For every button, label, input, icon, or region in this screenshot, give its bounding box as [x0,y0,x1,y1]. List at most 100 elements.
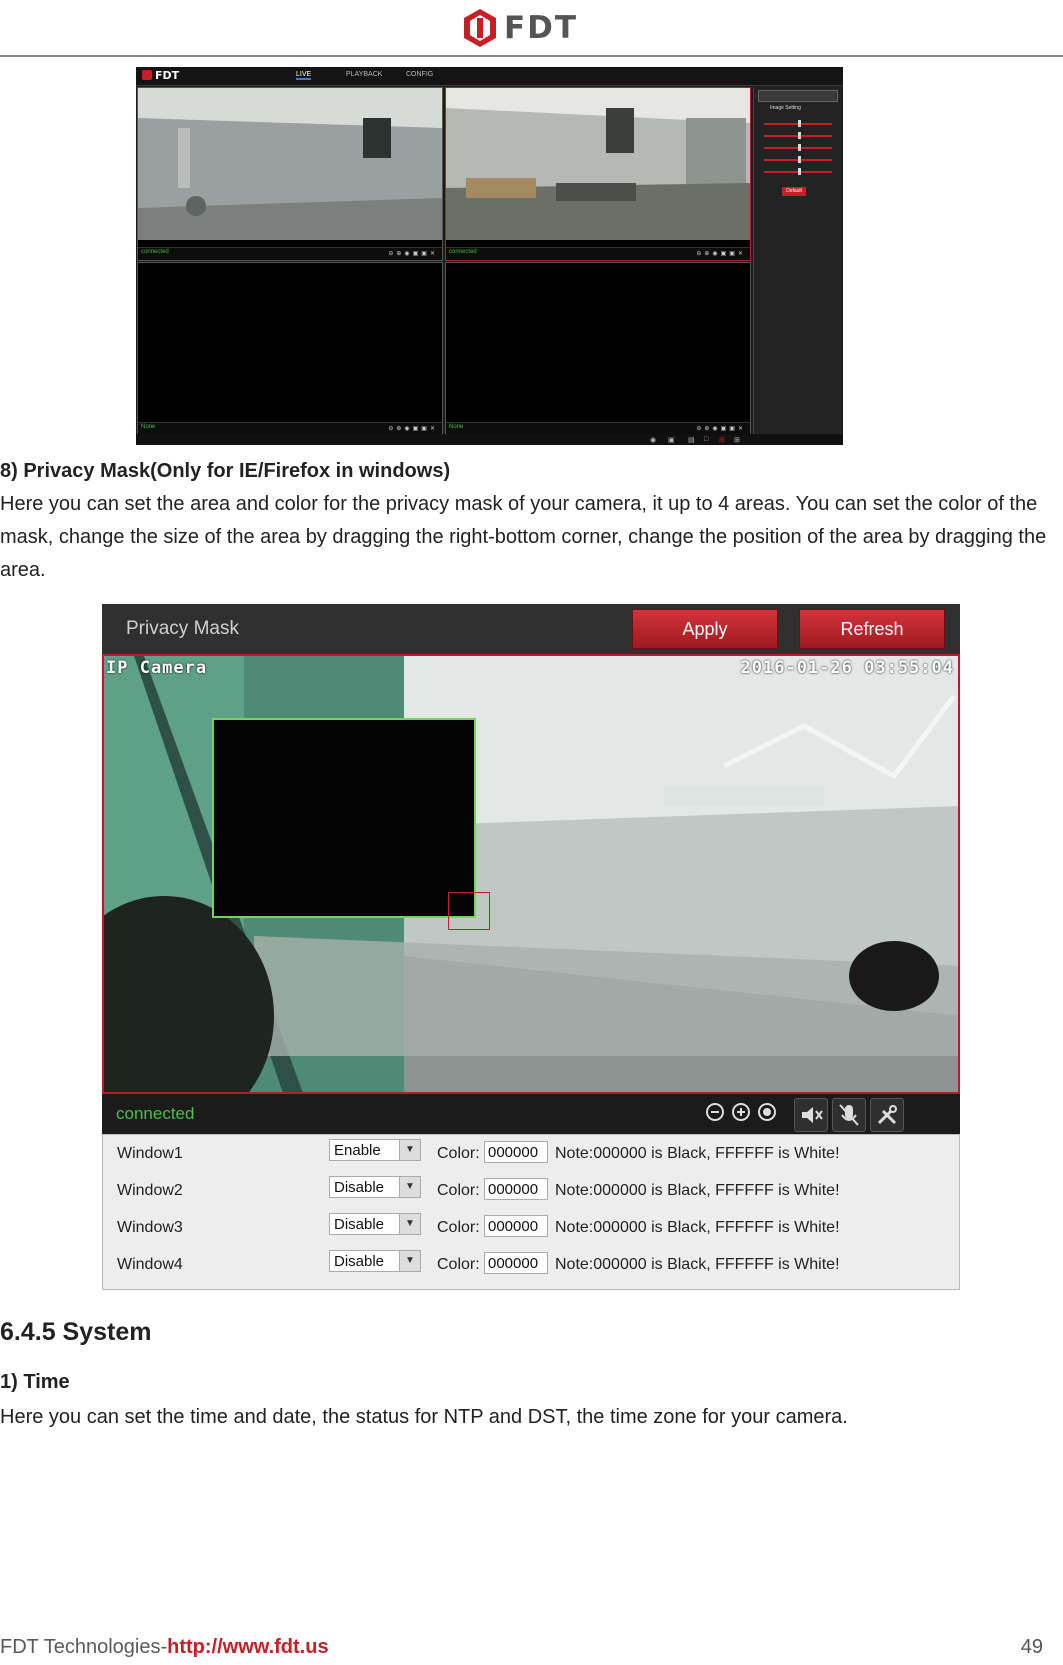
view-select[interactable] [758,90,838,102]
chevron-down-icon: ▼ [399,1214,420,1234]
mask-row-window3: Window3 Disable ▼ Color: 000000 Note:0000… [103,1209,961,1247]
refresh-button[interactable]: Refresh [799,609,945,649]
pane-2-controls[interactable]: ⊖⊕◉▣▣✕ [696,250,746,257]
settings-button[interactable] [870,1098,904,1132]
brightness-slider[interactable] [764,120,832,127]
snapshot-icon[interactable]: ◉ [650,436,656,444]
window-name: Window1 [117,1145,183,1162]
live-brand: FDT [142,69,179,82]
camera-pane-1[interactable]: connected ⊖⊕◉▣▣✕ [137,87,443,261]
window1-color-input[interactable]: 000000 [484,1141,548,1163]
brand-wordmark: FDT [504,10,579,46]
storage-icon[interactable]: ▤ [688,436,695,444]
camera-video[interactable]: IP Camera 2016-01-26 03:55:04 [102,654,960,1094]
pane-2-status: connected [449,249,477,255]
connection-status: connected [116,1104,195,1123]
color-label: Color: [437,1219,480,1236]
pane-1-controls[interactable]: ⊖⊕◉▣▣✕ [388,250,438,257]
image-setting-panel: Image Setting Default [753,87,842,435]
mic-button[interactable] [832,1098,866,1132]
pane-1-status: connected [141,249,169,255]
privacy-mask-description: Here you can set the area and color for … [0,493,1047,581]
apply-button[interactable]: Apply [632,609,778,649]
mute-button[interactable] [794,1098,828,1132]
saturation-slider[interactable] [764,156,832,163]
privacy-mask-header: Privacy Mask Apply Refresh [102,604,960,654]
live-view-screenshot: FDT LIVE PLAYBACK CONFIG connected ⊖⊕◉▣▣✕ [136,67,843,445]
pane-4-status: None [449,424,464,430]
color-note: Note:000000 is Black, FFFFFF is White! [555,1182,840,1199]
window-name: Window3 [117,1219,183,1236]
window1-state-select[interactable]: Enable ▼ [329,1139,421,1161]
window2-state-select[interactable]: Disable ▼ [329,1176,421,1198]
zoom-out-icon[interactable] [704,1101,726,1123]
color-label: Color: [437,1256,480,1273]
tools-icon [877,1105,897,1125]
tab-config[interactable]: CONFIG [406,71,433,78]
contrast-slider[interactable] [764,132,832,139]
window-name: Window2 [117,1182,183,1199]
speaker-mute-icon [802,1107,823,1123]
camera-pane-4[interactable]: None ⊖⊕◉▣▣✕ [445,262,751,436]
layout-4-icon[interactable]: ⊞ [719,436,725,444]
resize-handle[interactable] [448,892,490,930]
color-note: Note:000000 is Black, FFFFFF is White! [555,1219,840,1236]
layout-9-icon[interactable]: ⊞ [734,436,740,444]
page-number: 49 [1020,1636,1043,1658]
time-heading: 1) Time [0,1371,70,1393]
zoom-in-icon[interactable] [730,1101,752,1123]
sharpness-slider[interactable] [764,168,832,175]
pane-4-controls[interactable]: ⊖⊕◉▣▣✕ [696,425,746,432]
live-bottom-toolbar: ◉ ▣ ▤ □ ⊞ ⊞ [136,434,843,445]
live-top-bar: FDT LIVE PLAYBACK CONFIG [136,67,843,86]
footer-url-link[interactable]: http://www.fdt.us [167,1636,328,1658]
mask-row-window4: Window4 Disable ▼ Color: 000000 Note:0000… [103,1246,961,1284]
chevron-down-icon: ▼ [399,1251,420,1271]
tab-live[interactable]: LIVE [296,71,312,80]
chevron-down-icon: ▼ [399,1177,420,1197]
camera-pane-2[interactable]: connected ⊖⊕◉▣▣✕ [445,87,751,261]
color-note: Note:000000 is Black, FFFFFF is White! [555,1145,840,1162]
image-setting-title: Image Setting [770,105,801,111]
time-description: Here you can set the time and date, the … [0,1406,848,1428]
brand-logo: FDT [462,6,602,50]
chevron-down-icon: ▼ [399,1140,420,1160]
camera-grid: connected ⊖⊕◉▣▣✕ connected ⊖⊕◉▣▣✕ None ⊖⊕◉▣… [137,87,751,436]
color-note: Note:000000 is Black, FFFFFF is White! [555,1256,840,1273]
mask-window-table: Window1 Enable ▼ Color: 000000 Note:00000… [102,1134,960,1290]
footer-company: FDT Technologies- [0,1636,168,1658]
pane-3-status: None [141,424,156,430]
tab-playback[interactable]: PLAYBACK [346,71,382,78]
camera-pane-3[interactable]: None ⊖⊕◉▣▣✕ [137,262,443,436]
window-name: Window4 [117,1256,183,1273]
window3-state-select[interactable]: Disable ▼ [329,1213,421,1235]
page-footer: FDT Technologies-http://www.fdt.us [0,1636,329,1659]
video-status-bar: connected [102,1094,960,1134]
color-label: Color: [437,1182,480,1199]
window4-state-select[interactable]: Disable ▼ [329,1250,421,1272]
window4-color-input[interactable]: 000000 [484,1252,548,1274]
layout-1-icon[interactable]: □ [704,436,708,443]
camera-1-image [138,88,442,240]
privacy-mask-title: Privacy Mask [126,618,239,639]
window2-color-input[interactable]: 000000 [484,1178,548,1200]
default-button[interactable]: Default [782,187,806,196]
fdt-logo-icon [464,9,496,47]
system-section-title: 6.4.5 System [0,1318,152,1346]
privacy-mask-heading: 8) Privacy Mask(Only for IE/Firefox in w… [0,460,451,482]
camera-2-image [446,88,750,240]
header-divider [0,55,1063,57]
pane-3-controls[interactable]: ⊖⊕◉▣▣✕ [388,425,438,432]
mask-row-window2: Window2 Disable ▼ Color: 000000 Note:0000… [103,1172,961,1210]
camera-name-overlay: IP Camera [106,658,208,678]
microphone-off-icon [839,1104,859,1126]
mask-row-window1: Window1 Enable ▼ Color: 000000 Note:00000… [103,1135,961,1173]
privacy-mask-screenshot: Privacy Mask Apply Refresh IP Camera 201… [102,604,960,1290]
focus-icon[interactable] [756,1101,778,1123]
window3-color-input[interactable]: 000000 [484,1215,548,1237]
camera-timestamp-overlay: 2016-01-26 03:55:04 [740,658,954,678]
hue-slider[interactable] [764,144,832,151]
color-label: Color: [437,1145,480,1162]
privacy-mask-window-1[interactable] [212,718,476,918]
record-icon[interactable]: ▣ [668,436,675,444]
